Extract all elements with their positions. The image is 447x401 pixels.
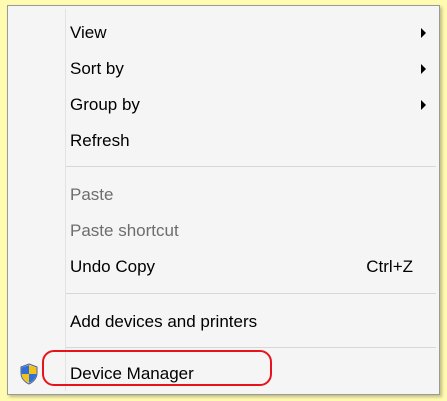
menu-item-label: Paste shortcut <box>70 221 179 240</box>
menu-separator <box>66 293 436 294</box>
menu-item-label: Refresh <box>70 131 130 150</box>
submenu-arrow-icon <box>421 64 426 74</box>
menu-item-view[interactable]: View <box>10 16 437 50</box>
menu-item-label: Undo Copy <box>70 257 156 276</box>
menu-separator <box>66 166 436 167</box>
submenu-arrow-icon <box>421 28 426 38</box>
context-menu: View Sort by Group by Refresh Paste Past… <box>7 5 440 395</box>
menu-item-label: Sort by <box>70 59 124 78</box>
menu-item-label: Add devices and printers <box>70 312 258 331</box>
menu-item-sort-by[interactable]: Sort by <box>10 52 437 86</box>
menu-item-add-devices-and-printers[interactable]: Add devices and printers <box>10 305 437 339</box>
menu-item-label: View <box>70 23 107 42</box>
menu-item-paste-shortcut: Paste shortcut <box>10 214 437 248</box>
highlight-outline <box>42 350 272 386</box>
menu-item-refresh[interactable]: Refresh <box>10 124 437 158</box>
submenu-arrow-icon <box>421 100 426 110</box>
menu-item-group-by[interactable]: Group by <box>10 88 437 122</box>
menu-item-label: Paste <box>70 185 114 204</box>
menu-item-undo-copy[interactable]: Undo Copy Ctrl+Z <box>10 250 437 284</box>
shield-icon <box>19 363 39 385</box>
menu-item-label: Group by <box>70 95 140 114</box>
menu-item-shortcut: Ctrl+Z <box>366 257 413 276</box>
menu-separator <box>66 347 436 348</box>
menu-item-paste: Paste <box>10 178 437 212</box>
